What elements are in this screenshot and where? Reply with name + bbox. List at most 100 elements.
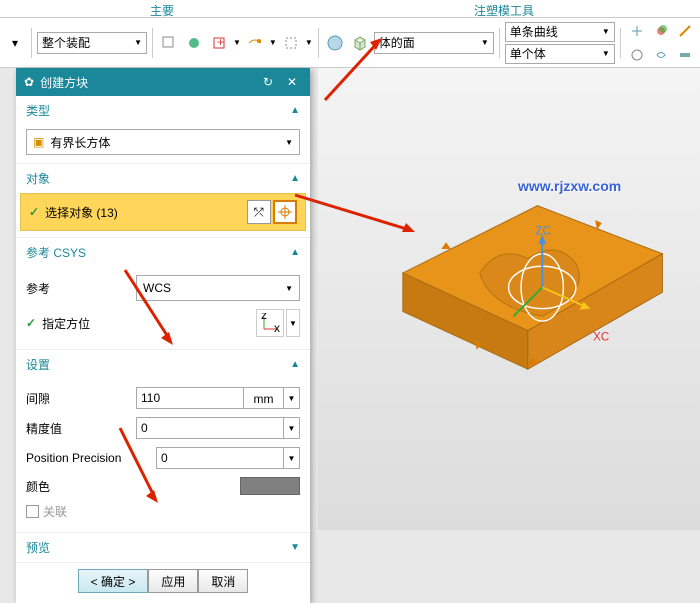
separator [31, 28, 32, 58]
assoc-label: 关联 [43, 503, 67, 520]
tool-icon-r5[interactable] [650, 44, 672, 66]
pos-label: Position Precision [26, 451, 156, 465]
svg-text:ZC: ZC [536, 226, 551, 238]
dialog-buttons: < 确定 > 应用 取消 [16, 563, 310, 603]
select-object-row[interactable]: ✓ 选择对象 (13) ⤱ [20, 193, 306, 231]
chevron-down-icon: ▼ [481, 38, 489, 47]
section-preview-label: 预览 [26, 539, 50, 556]
toolbar-icons-right [626, 20, 696, 66]
chevron-down-icon: ▼ [602, 27, 610, 36]
body-combo[interactable]: 单个体 ▼ [505, 44, 615, 64]
section-type-header[interactable]: 类型 ▲ [16, 96, 310, 125]
curve-combo-label: 单条曲线 [510, 23, 558, 40]
tool-icon-1[interactable] [158, 32, 180, 54]
type-combo[interactable]: ▣ 有界长方体 ▼ [26, 129, 300, 155]
cancel-button[interactable]: 取消 [198, 569, 248, 593]
tool-icon-3[interactable]: + [208, 32, 230, 54]
tool-icon-2[interactable] [183, 32, 205, 54]
assembly-combo-label: 整个装配 [42, 34, 90, 51]
toolbar-stack: 单条曲线 ▼ 单个体 ▼ [505, 22, 615, 64]
section-settings-header[interactable]: 设置 ▲ [16, 350, 310, 379]
reset-icon[interactable]: ↻ [258, 72, 278, 92]
chevron-up-icon: ▲ [290, 173, 300, 184]
tool-icon-r2[interactable] [650, 20, 672, 42]
close-icon[interactable]: ✕ [282, 72, 302, 92]
svg-text:⤱: ⤱ [253, 205, 264, 219]
check-icon: ✓ [26, 316, 36, 330]
gap-label: 间隙 [26, 390, 136, 407]
dialog-icon: ✿ [24, 75, 34, 89]
color-label: 颜色 [26, 478, 136, 495]
tool-icon-4[interactable] [244, 32, 266, 54]
tool-icon-5[interactable] [280, 32, 302, 54]
tool-icon-r4[interactable] [626, 44, 648, 66]
section-csys-label: 参考 CSYS [26, 244, 86, 261]
cube-icon[interactable] [349, 32, 371, 54]
body-combo-label: 单个体 [510, 45, 546, 62]
menu-moldtool[interactable]: 注塑模工具 [254, 0, 614, 17]
assembly-combo[interactable]: 整个装配 ▼ [37, 32, 147, 54]
section-object-header[interactable]: 对象 ▲ [16, 164, 310, 193]
toolbar: ▾ 整个装配 ▼ + ▼ ▼ ▼ 体的面 ▼ 单条曲线 ▼ 单个体 ▼ [0, 18, 700, 68]
ref-combo-value: WCS [143, 281, 171, 295]
prec-label: 精度值 [26, 420, 136, 437]
section-csys-header[interactable]: 参考 CSYS ▲ [16, 238, 310, 267]
chevron-down-icon: ▼ [290, 542, 300, 553]
select-target-button[interactable] [273, 200, 297, 224]
pos-input[interactable] [156, 447, 284, 469]
dropdown-icon[interactable]: ▼ [269, 38, 277, 47]
svg-text:x: x [274, 321, 280, 333]
separator [499, 28, 500, 58]
object-combo[interactable]: 体的面 ▼ [374, 32, 494, 54]
separator [620, 28, 621, 58]
tool-icon-r3[interactable] [674, 20, 696, 42]
chevron-up-icon: ▲ [290, 359, 300, 370]
svg-text:+: + [217, 35, 224, 49]
prec-dropdown-icon[interactable]: ▼ [284, 417, 300, 439]
section-settings-label: 设置 [26, 356, 50, 373]
pos-dropdown-icon[interactable]: ▼ [284, 447, 300, 469]
gap-unit: mm [244, 387, 284, 409]
apply-button[interactable]: 应用 [148, 569, 198, 593]
dialog-title-text: 创建方块 [40, 74, 88, 91]
svg-text:z: z [261, 313, 267, 322]
chevron-down-icon: ▼ [285, 284, 293, 293]
separator [152, 28, 153, 58]
dialog-titlebar[interactable]: ✿ 创建方块 ↻ ✕ [16, 68, 310, 96]
chevron-down-icon: ▼ [134, 38, 142, 47]
gap-input[interactable] [136, 387, 244, 409]
gap-dropdown-icon[interactable]: ▼ [284, 387, 300, 409]
csys-dropdown-icon[interactable]: ▼ [286, 309, 300, 337]
ref-label: 参考 [26, 280, 136, 297]
chevron-down-icon: ▼ [602, 49, 610, 58]
separator [318, 28, 319, 58]
chevron-down-icon: ▼ [285, 138, 293, 147]
curve-combo[interactable]: 单条曲线 ▼ [505, 22, 615, 42]
tool-icon-r1[interactable] [626, 20, 648, 42]
section-type-label: 类型 [26, 102, 50, 119]
sphere-icon[interactable] [324, 32, 346, 54]
create-block-dialog: ✿ 创建方块 ↻ ✕ 类型 ▲ ▣ 有界长方体 ▼ 对象 ▲ ✓ 选择对象 (1 [16, 68, 310, 603]
tool-icon-r6[interactable] [674, 44, 696, 66]
csys-axes-icon[interactable]: zx [256, 309, 284, 337]
menubar: 主要 注塑模工具 [0, 0, 700, 18]
dropdown-icon[interactable]: ▼ [233, 38, 241, 47]
menu-main[interactable]: 主要 [0, 0, 254, 17]
svg-text:XC: XC [593, 331, 609, 343]
box-icon: ▣ [33, 135, 44, 149]
ref-combo[interactable]: WCS ▼ [136, 275, 300, 301]
section-preview-header[interactable]: 预览 ▼ [16, 533, 310, 562]
ok-button[interactable]: < 确定 > [78, 569, 149, 593]
assoc-checkbox[interactable] [26, 505, 39, 518]
chevron-up-icon: ▲ [290, 105, 300, 116]
viewport-3d[interactable]: ZC XC www.rjzxw.com [318, 68, 700, 530]
select-add-button[interactable]: ⤱ [247, 200, 271, 224]
check-icon: ✓ [29, 205, 39, 219]
dropdown-icon[interactable]: ▼ [305, 38, 313, 47]
watermark-text: www.rjzxw.com [518, 178, 621, 194]
chevron-up-icon: ▲ [290, 247, 300, 258]
toolbar-dropdown-icon[interactable]: ▾ [4, 32, 26, 54]
select-object-text: 选择对象 (13) [45, 204, 118, 221]
prec-input[interactable] [136, 417, 284, 439]
color-swatch[interactable] [240, 477, 300, 495]
